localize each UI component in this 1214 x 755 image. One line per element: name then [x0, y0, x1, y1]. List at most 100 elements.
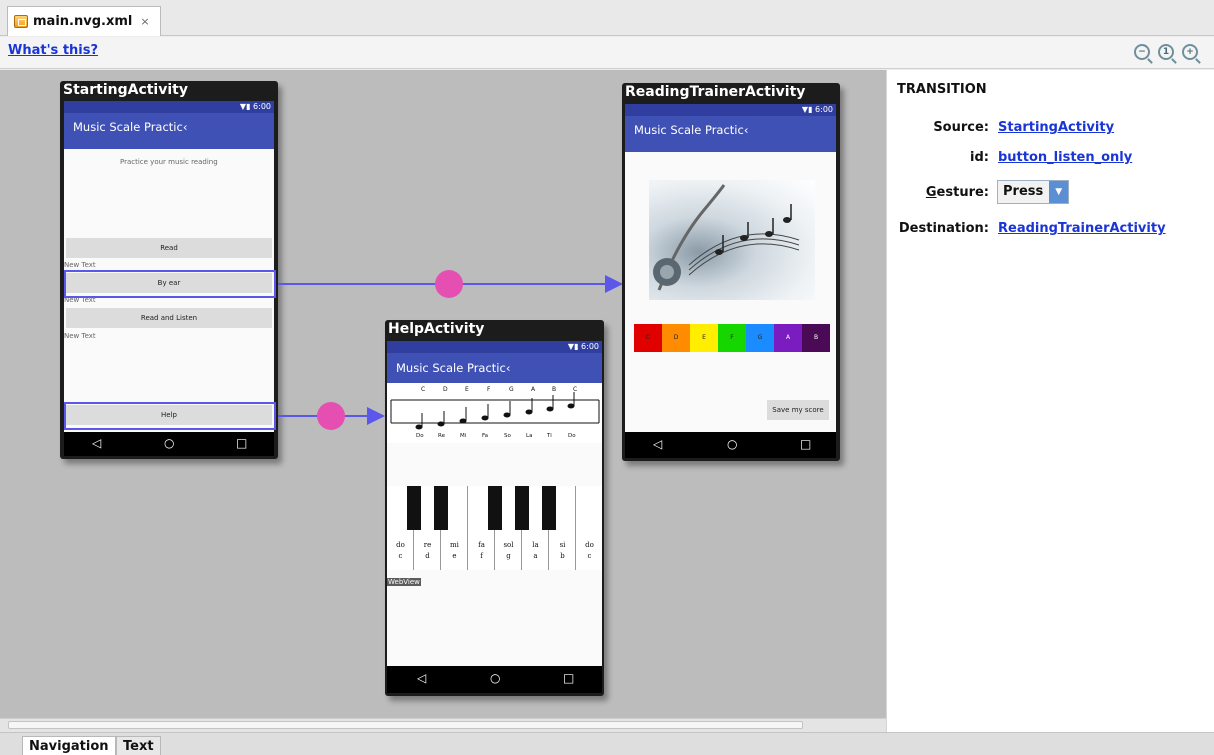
note-cell-d[interactable]: D — [662, 324, 690, 352]
recent-apps-icon: □ — [236, 436, 248, 450]
note-cell-g[interactable]: G — [746, 324, 774, 352]
music-staff: C D E F G A B C Do Re Mi Fa So La Ti Do — [387, 383, 602, 443]
close-icon[interactable]: × — [140, 15, 149, 28]
key-note-label: c — [398, 552, 403, 560]
panel-title: TRANSITION — [897, 82, 987, 97]
id-label: id: — [970, 150, 989, 165]
note-cell-e[interactable]: E — [690, 324, 718, 352]
staff-letter: F — [487, 386, 491, 393]
xml-file-icon — [14, 15, 28, 28]
editor-tab-strip: main.nvg.xml × — [0, 0, 1214, 36]
tab-navigation[interactable]: Navigation — [22, 736, 116, 755]
back-icon: ◁ — [653, 437, 663, 451]
help-activity-screen[interactable]: HelpActivity ▼▮ 6:00 Music Scale Practic… — [385, 320, 604, 696]
key-label: si — [559, 541, 566, 549]
gesture-value: Press — [1003, 184, 1044, 199]
gesture-row: Gesture: Press ▼ — [887, 180, 1214, 206]
key-label: la — [532, 541, 539, 549]
new-text-label: New Text — [64, 332, 96, 340]
transition-arrowhead — [367, 407, 385, 425]
destination-row: Destination: ReadingTrainerActivity — [887, 218, 1214, 240]
key-label: mi — [450, 541, 459, 549]
transition-handle[interactable] — [317, 402, 345, 430]
zoom-out-icon[interactable]: − — [1134, 44, 1150, 60]
key-note-label: b — [560, 552, 565, 560]
zoom-in-icon[interactable]: + — [1182, 44, 1198, 60]
home-icon: ○ — [164, 436, 175, 450]
staff-letter: E — [465, 386, 469, 393]
key-note-label: f — [480, 552, 483, 560]
key-label: do — [396, 541, 405, 549]
navigation-toolbar: What's this? − 1 + — [0, 37, 1214, 69]
help-selection — [64, 402, 276, 430]
key-note-label: c — [587, 552, 592, 560]
staff-letter: D — [443, 386, 448, 393]
back-icon: ◁ — [92, 436, 102, 450]
back-icon: ◁ — [417, 671, 427, 685]
note-cell-a[interactable]: A — [774, 324, 802, 352]
recent-apps-icon: □ — [800, 437, 812, 451]
key-note-label: a — [533, 552, 538, 560]
destination-link[interactable]: ReadingTrainerActivity — [998, 221, 1166, 236]
navigation-canvas[interactable]: StartingActivity ▼▮ 6:00 Music Scale Pra… — [0, 70, 886, 718]
scrollbar-thumb[interactable] — [8, 721, 803, 729]
by-ear-selection — [64, 270, 276, 298]
whats-this-link[interactable]: What's this? — [8, 43, 98, 58]
reading-trainer-activity-screen[interactable]: ReadingTrainerActivity ▼▮ 6:00 Music Sca… — [622, 83, 840, 461]
new-text-label: New Text — [64, 261, 96, 269]
save-my-score-button[interactable]: Save my score — [767, 400, 829, 420]
black-key[interactable] — [542, 486, 556, 530]
status-icons: ▼▮ 6:00 — [567, 342, 599, 351]
app-title: Music Scale Practic‹ — [73, 120, 188, 134]
solfege-label: Ti — [547, 433, 552, 439]
app-title: Music Scale Practic‹ — [634, 123, 749, 137]
gesture-label: Gesture: — [925, 185, 989, 200]
key-note-label: e — [452, 552, 457, 560]
transition-handle[interactable] — [435, 270, 463, 298]
staff-letter: C — [573, 386, 578, 393]
staff-letter: C — [421, 386, 426, 393]
screen-title: StartingActivity — [63, 82, 188, 98]
read-button[interactable]: Read — [66, 238, 272, 258]
destination-label: Destination: — [898, 221, 989, 236]
solfege-label: Do — [568, 433, 576, 439]
note-cell-c[interactable]: C — [634, 324, 662, 352]
home-icon: ○ — [490, 671, 501, 685]
source-row: Source: StartingActivity — [887, 117, 1214, 139]
starting-activity-screen[interactable]: StartingActivity ▼▮ 6:00 Music Scale Pra… — [60, 81, 278, 459]
file-tab-label: main.nvg.xml — [33, 14, 133, 29]
transition-properties-panel: TRANSITION Source: StartingActivity id: … — [886, 70, 1214, 732]
home-icon: ○ — [727, 437, 738, 451]
black-key[interactable] — [515, 486, 529, 530]
transition-arrowhead — [605, 275, 623, 293]
note-cell-f[interactable]: F — [718, 324, 746, 352]
horizontal-scrollbar[interactable] — [0, 718, 886, 732]
screen-title: HelpActivity — [388, 321, 485, 337]
solfege-label: La — [526, 433, 533, 439]
bottom-tab-bar: Navigation Text — [0, 732, 1214, 755]
id-row: id: button_listen_only — [887, 147, 1214, 169]
black-key[interactable] — [488, 486, 502, 530]
key-note-label: d — [425, 552, 430, 560]
chevron-down-icon: ▼ — [1049, 181, 1069, 203]
zoom-actual-icon[interactable]: 1 — [1158, 44, 1174, 60]
id-link[interactable]: button_listen_only — [998, 150, 1132, 165]
source-label: Source: — [933, 120, 989, 135]
staff-letter: A — [531, 386, 536, 393]
key-label: do — [585, 541, 594, 549]
music-notes-icon — [653, 184, 800, 291]
file-tab-main-nvg[interactable]: main.nvg.xml × — [7, 6, 161, 36]
black-key[interactable] — [434, 486, 448, 530]
status-icons: ▼▮ 6:00 — [239, 102, 271, 111]
black-key[interactable] — [407, 486, 421, 530]
gesture-dropdown[interactable]: Press ▼ — [997, 180, 1070, 204]
staff-letter: G — [509, 386, 514, 393]
note-cell-b[interactable]: B — [802, 324, 830, 352]
source-link[interactable]: StartingActivity — [998, 120, 1114, 135]
tab-text[interactable]: Text — [116, 736, 161, 755]
key-label: re — [423, 541, 432, 549]
webview-label: WebView — [387, 578, 421, 586]
read-and-listen-button[interactable]: Read and Listen — [66, 308, 272, 328]
key-note-label: g — [506, 552, 511, 560]
solfege-label: Re — [438, 433, 445, 439]
